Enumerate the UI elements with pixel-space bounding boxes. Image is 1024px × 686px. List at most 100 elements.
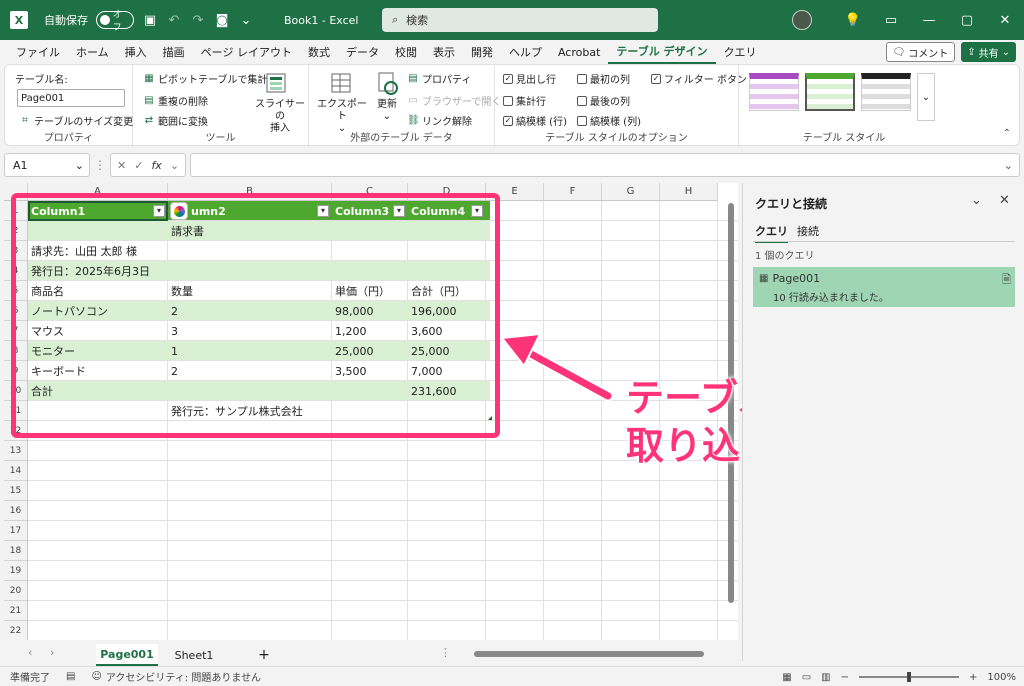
tab-view[interactable]: 表示 bbox=[425, 40, 463, 64]
pivot-summarize-button[interactable]: ▦ ピボットテーブルで集計 bbox=[143, 71, 267, 87]
header-row-checkbox[interactable]: ✓ 見出し行 bbox=[503, 71, 556, 86]
tab-formulas[interactable]: 数式 bbox=[300, 40, 338, 64]
tab-table-design[interactable]: テーブル デザイン bbox=[608, 40, 716, 64]
ribbon-display-icon[interactable]: ▭ bbox=[872, 0, 910, 40]
tab-queries[interactable]: クエリ bbox=[755, 223, 788, 243]
row-header[interactable]: 14 bbox=[4, 461, 28, 481]
customize-qat-icon[interactable]: ⌄ bbox=[238, 12, 254, 28]
query-item[interactable]: ▦ Page001 10 行読み込まれました。 🗎 bbox=[753, 267, 1015, 307]
checkbox-icon bbox=[503, 95, 513, 106]
table-style-purple[interactable] bbox=[749, 73, 799, 111]
filter-button-checkbox[interactable]: ✓ フィルター ボタン bbox=[651, 71, 747, 86]
banded-rows-checkbox[interactable]: ✓ 縞模様 (行) bbox=[503, 113, 567, 128]
cancel-icon[interactable]: ✕ bbox=[117, 159, 126, 172]
banded-columns-checkbox[interactable]: 縞模様 (列) bbox=[577, 113, 641, 128]
formula-input[interactable]: ⌄ bbox=[190, 153, 1020, 177]
zoom-slider[interactable] bbox=[859, 672, 960, 682]
zoom-out-icon[interactable]: − bbox=[841, 672, 849, 683]
tab-file[interactable]: ファイル bbox=[8, 40, 68, 64]
tab-page-layout[interactable]: ページ レイアウト bbox=[193, 40, 300, 64]
row-header[interactable]: 21 bbox=[4, 601, 28, 621]
undo-icon[interactable]: ↶ bbox=[166, 12, 182, 28]
row-header[interactable]: 18 bbox=[4, 541, 28, 561]
row-header[interactable]: 16 bbox=[4, 501, 28, 521]
tab-draw[interactable]: 描画 bbox=[155, 40, 193, 64]
open-in-browser-button[interactable]: ▭ ブラウザーで開く bbox=[407, 93, 501, 109]
column-header-h[interactable]: H bbox=[660, 183, 718, 201]
next-sheet-icon[interactable]: › bbox=[50, 646, 54, 659]
annotation-arrow-icon bbox=[500, 332, 614, 402]
save-icon[interactable]: ▣ bbox=[142, 12, 158, 28]
prev-sheet-icon[interactable]: ‹ bbox=[28, 646, 32, 659]
remove-duplicates-button[interactable]: ▤ 重複の削除 bbox=[143, 93, 208, 109]
table-style-black[interactable] bbox=[861, 73, 911, 111]
last-column-checkbox[interactable]: 最後の列 bbox=[577, 93, 630, 108]
add-sheet-icon[interactable]: + bbox=[252, 644, 276, 666]
total-row-checkbox[interactable]: 集計行 bbox=[503, 93, 546, 108]
search-box[interactable]: ⌕ 検索 bbox=[382, 8, 658, 32]
search-placeholder: 検索 bbox=[406, 14, 429, 27]
pane-options-icon[interactable]: ⌄ bbox=[971, 193, 982, 208]
sheet-tab-sheet1[interactable]: Sheet1 bbox=[166, 644, 222, 666]
camera-icon[interactable]: ◙ bbox=[214, 12, 230, 28]
row-header[interactable]: 19 bbox=[4, 561, 28, 581]
external-properties-button[interactable]: ▤ プロパティ bbox=[407, 71, 471, 87]
tab-query[interactable]: クエリ bbox=[716, 40, 765, 64]
resize-table-button[interactable]: ⌗ テーブルのサイズ変更 bbox=[19, 113, 133, 129]
normal-view-icon[interactable]: ▦ bbox=[782, 672, 791, 683]
row-header[interactable]: 17 bbox=[4, 521, 28, 541]
first-column-checkbox[interactable]: 最初の列 bbox=[577, 71, 630, 86]
ribbon-tabs: ファイル ホーム 挿入 描画 ページ レイアウト 数式 データ 校閲 表示 開発… bbox=[0, 40, 1024, 64]
pane-close-icon[interactable]: ✕ bbox=[999, 193, 1010, 208]
pane-title: クエリと接続 bbox=[755, 197, 828, 211]
avatar[interactable] bbox=[792, 10, 812, 30]
table-style-green[interactable] bbox=[805, 73, 855, 111]
tab-developer[interactable]: 開発 bbox=[463, 40, 501, 64]
more-sheets-icon[interactable]: ⋮ bbox=[440, 646, 451, 659]
row-header[interactable]: 13 bbox=[4, 441, 28, 461]
sheet-tab-page001[interactable]: Page001 bbox=[96, 644, 158, 666]
horizontal-scrollbar[interactable] bbox=[460, 650, 722, 658]
styles-more-button[interactable]: ⌄ bbox=[917, 73, 935, 121]
share-button[interactable]: ⇪ 共有 ⌄ bbox=[961, 42, 1016, 62]
row-header[interactable]: 22 bbox=[4, 621, 28, 640]
unlink-button[interactable]: ⛓ リンク解除 bbox=[407, 113, 472, 129]
tab-insert[interactable]: 挿入 bbox=[117, 40, 155, 64]
macro-icon[interactable]: ▤ bbox=[66, 671, 75, 682]
row-header[interactable]: 15 bbox=[4, 481, 28, 501]
table-styles-group-label: テーブル スタイル bbox=[802, 133, 886, 144]
tab-review[interactable]: 校閲 bbox=[387, 40, 425, 64]
accessibility-status[interactable]: アクセシビリティ: 問題ありません bbox=[106, 669, 261, 684]
row-header[interactable]: 20 bbox=[4, 581, 28, 601]
column-header-f[interactable]: F bbox=[544, 183, 602, 201]
tab-acrobat[interactable]: Acrobat bbox=[550, 40, 608, 64]
page-layout-view-icon[interactable]: ▭ bbox=[802, 672, 811, 683]
convert-to-range-button[interactable]: ⇄ 範囲に変換 bbox=[143, 113, 208, 129]
refresh-button[interactable]: 更新 ⌄ bbox=[367, 99, 407, 123]
more-options-icon[interactable]: ⋮ bbox=[94, 158, 106, 172]
zoom-in-icon[interactable]: + bbox=[969, 672, 977, 683]
minimize-button[interactable]: — bbox=[910, 0, 948, 40]
comment-button[interactable]: 🗨 コメント bbox=[885, 42, 956, 62]
tab-connections[interactable]: 接続 bbox=[797, 223, 819, 239]
zoom-level[interactable]: 100% bbox=[987, 672, 1016, 683]
tab-home[interactable]: ホーム bbox=[68, 40, 117, 64]
ribbon: テーブル名: Page001 ⌗ テーブルのサイズ変更 プロパティ ▦ ピボットテー… bbox=[4, 64, 1020, 147]
insert-function-button[interactable]: fx bbox=[151, 159, 161, 172]
lightbulb-icon[interactable]: 💡 bbox=[834, 0, 872, 40]
query-count: 1 個のクエリ bbox=[755, 251, 815, 262]
autosave-toggle[interactable]: オフ bbox=[96, 10, 134, 33]
enter-icon[interactable]: ✓ bbox=[134, 159, 143, 172]
maximize-button[interactable]: ▢ bbox=[948, 0, 986, 40]
resize-icon: ⌗ bbox=[22, 114, 28, 126]
column-header-g[interactable]: G bbox=[602, 183, 660, 201]
expand-formula-icon[interactable]: ⌄ bbox=[1004, 159, 1013, 172]
tab-data[interactable]: データ bbox=[338, 40, 387, 64]
collapse-ribbon-icon[interactable]: ⌃ bbox=[1003, 128, 1011, 139]
close-button[interactable]: ✕ bbox=[986, 0, 1024, 40]
table-name-input[interactable]: Page001 bbox=[17, 89, 125, 107]
page-break-view-icon[interactable]: ▥ bbox=[821, 672, 830, 683]
tab-help[interactable]: ヘルプ bbox=[501, 40, 550, 64]
redo-icon[interactable]: ↷ bbox=[190, 12, 206, 28]
name-box[interactable]: A1 ⌄ bbox=[4, 153, 90, 177]
